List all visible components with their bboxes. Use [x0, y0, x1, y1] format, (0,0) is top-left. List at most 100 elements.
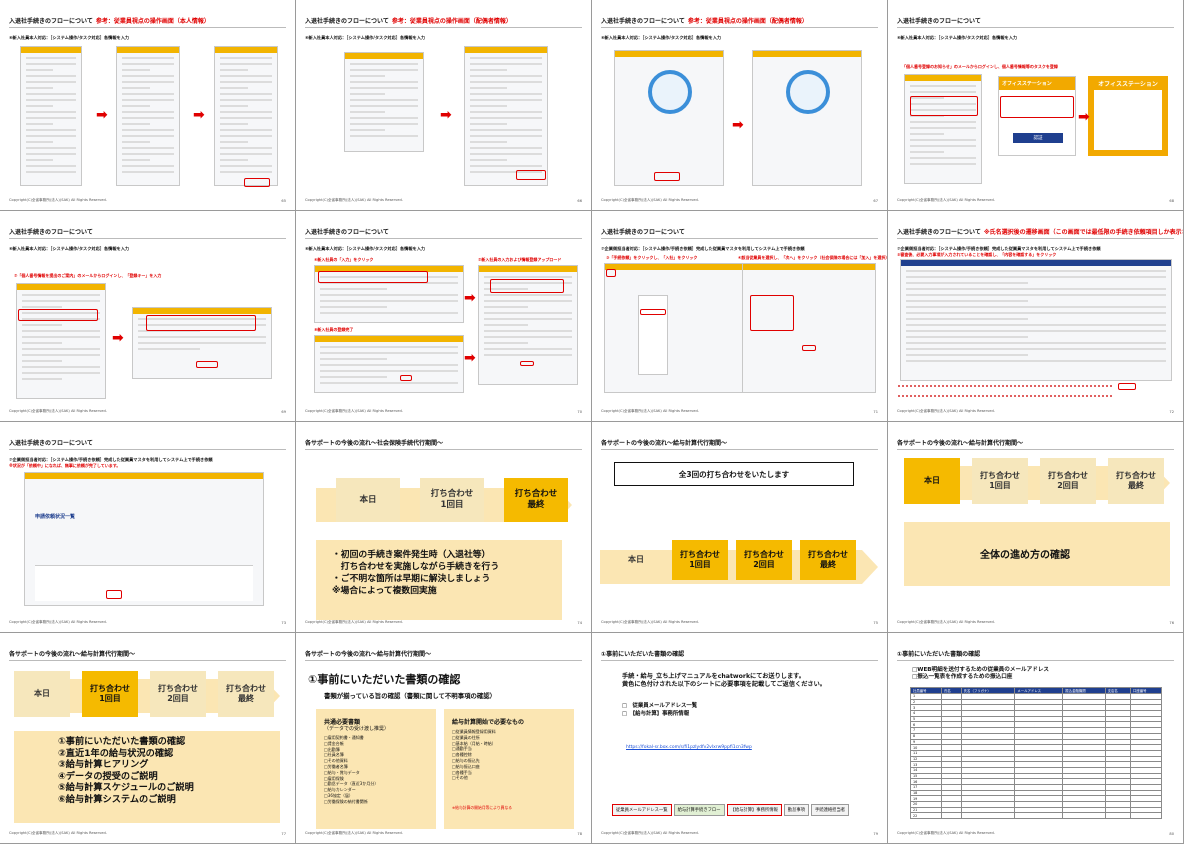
sheet-tab[interactable]: 手続連絡担当者 — [810, 804, 850, 816]
shared-folder-link[interactable]: https://fokal-sr.box.com/s/fi1pzlydfv2vl… — [626, 745, 752, 750]
email-screenshot-line — [910, 139, 976, 141]
slide-79[interactable]: ①事前にいただいた書類の確認 Copyright(C)全省事務所(法人)(SAK)… — [592, 633, 888, 844]
form-screenshot-bar — [901, 260, 1171, 266]
highlight-box — [520, 361, 534, 366]
table-cell[interactable] — [1014, 812, 1064, 820]
app-screenshot-bar — [605, 264, 743, 270]
slide-title: ①事前にいただいた書類の確認 — [897, 649, 980, 658]
form-screenshot-line — [220, 81, 272, 83]
form-screenshot-line — [470, 123, 507, 125]
copyright-footer: Copyright(C)全省事務所(法人)(SAK) All Rights Re… — [897, 198, 995, 202]
slide-title-text: 各サポートの今後の流れ～社会保険手続代行期間～ — [305, 440, 444, 447]
form-screenshot-line — [906, 300, 1028, 302]
form-screenshot-line — [470, 147, 542, 149]
highlight-box — [490, 279, 564, 293]
form-screenshot-bar — [345, 53, 423, 59]
sheet-tab[interactable]: 給与計算手続きフロー — [673, 804, 725, 816]
form-screenshot-line — [350, 81, 418, 83]
app-screenshot-line — [484, 354, 572, 356]
right-arrow-icon: ➡ — [1078, 109, 1090, 125]
left-panel-items: □雇用契約書・通知書 □賃金台帳 □出勤簿 □社員名簿 □その他資料 □労働者名… — [324, 735, 379, 804]
slide-65[interactable]: 入退社手続きのフローについて 参考：従業員視点の操作画面（本人情報） ⑥新入社員本人… — [0, 0, 296, 211]
step-box: 打ち合わせ 最終 — [800, 540, 856, 580]
form-screenshot-line — [470, 165, 542, 167]
app-screenshot-bar — [133, 308, 271, 314]
form-screenshot-line — [26, 105, 53, 107]
slide-title-text: 各サポートの今後の流れ～給与計算代行期間～ — [305, 651, 432, 658]
slide-76[interactable]: 各サポートの今後の流れ～給与計算代行期間～ Copyright(C)全省事務所(法… — [888, 422, 1184, 633]
form-screenshot-line — [122, 57, 174, 59]
table-cell[interactable] — [960, 812, 1016, 820]
table-cell[interactable] — [1062, 812, 1106, 820]
slide-68[interactable]: 入退社手続きのフローについて ⑥新入社員本人対応：［システム操作/タスク対応］各情… — [888, 0, 1184, 211]
form-screenshot-line — [470, 129, 542, 131]
slide-69[interactable]: 入退社手続きのフローについて ⑥新入社員本人対応：［システム操作/タスク対応］各情… — [0, 211, 296, 422]
slide-80[interactable]: ①事前にいただいた書類の確認 Copyright(C)全省事務所(法人)(SAK)… — [888, 633, 1184, 844]
highlight-box — [606, 269, 616, 277]
table-cell[interactable] — [1104, 812, 1131, 820]
instruction-note: ⑥新入社員の「入力」をクリック — [314, 257, 374, 262]
form-screenshot-line — [122, 81, 174, 83]
right-arrow-icon: ➡ — [193, 107, 205, 123]
app-screenshot-line — [320, 346, 458, 348]
slide-title-text: 入退社手続きのフローについて — [601, 18, 685, 25]
sheet-tabs: 従業員メールアドレス一覧 給与計算手続きフロー 【給与計算】事務所情報 勤怠事項 手続連… — [612, 804, 850, 816]
sheet-tab[interactable]: 従業員メールアドレス一覧 — [612, 804, 672, 816]
highlight-box — [802, 345, 816, 351]
form-screenshot-line — [26, 87, 53, 89]
table-cell[interactable]: 22 — [910, 812, 942, 820]
form-screenshot-line — [26, 123, 53, 125]
slide-71[interactable]: 入退社手続きのフローについて ⑦企業側担当者対応：［システム操作/手続き依頼］完成… — [592, 211, 888, 422]
highlight-box — [1000, 96, 1074, 118]
slide-74[interactable]: 各サポートの今後の流れ～社会保険手続代行期間～ Copyright(C)全省事務所… — [296, 422, 592, 633]
form-screenshot-line — [906, 276, 1166, 278]
form-screenshot — [900, 259, 1172, 381]
form-screenshot-line — [220, 165, 272, 167]
form-screenshot-line — [220, 87, 248, 89]
form-screenshot — [116, 46, 180, 186]
email-screenshot-line — [910, 145, 976, 147]
right-arrow-icon: ➡ — [732, 117, 744, 133]
app-screenshot-line — [320, 376, 387, 378]
brand-header: オフィスステーション — [1098, 81, 1158, 88]
slide-77[interactable]: 各サポートの今後の流れ～給与計算代行期間～ Copyright(C)全省事務所(法… — [0, 633, 296, 844]
slide-title-text: 入退社手続きのフローについて — [9, 229, 93, 236]
right-arrow-icon: ➡ — [112, 330, 124, 346]
login-button[interactable]: 認証 — [1013, 133, 1063, 143]
slide-75[interactable]: 各サポートの今後の流れ～給与計算代行期間～ Copyright(C)全省事務所(法… — [592, 422, 888, 633]
right-arrow-icon: ➡ — [464, 290, 476, 306]
table-cell[interactable] — [1129, 812, 1163, 820]
form-screenshot-line — [122, 75, 174, 77]
highlight-box — [640, 309, 666, 315]
app-screenshot — [314, 335, 464, 393]
slide-70[interactable]: 入退社手続きのフローについて ⑥新入社員本人対応：［システム操作/タスク対応］各情… — [296, 211, 592, 422]
form-screenshot-line — [26, 159, 53, 161]
slide-title: 各サポートの今後の流れ～社会保険手続代行期間～ — [305, 438, 443, 447]
form-screenshot-line — [470, 87, 507, 89]
table-cell[interactable] — [941, 812, 962, 820]
form-screenshot-line — [220, 159, 248, 161]
slide-66[interactable]: 入退社手続きのフローについて 参考：従業員視点の操作画面（配偶者情報） ⑥新入社員本… — [296, 0, 592, 211]
slide-subtitle: ⑥新入社員本人対応：［システム操作/タスク対応］各情報を入力 — [897, 35, 1018, 40]
form-screenshot-line — [220, 105, 248, 107]
sheet-tab[interactable]: 勤怠事項 — [783, 804, 809, 816]
form-screenshot-line — [220, 171, 272, 173]
instruction-note: ⑤審査後、必要入力事項が入力されていることを確認し、「内容を確認する」をクリック — [897, 252, 1057, 257]
highlight-box — [1118, 383, 1136, 390]
slide-73[interactable]: 入退社手続きのフローについて ⑦企業側担当者対応：［システム操作/手続き依頼］完成… — [0, 422, 296, 633]
step-box: 本日 — [14, 671, 70, 717]
form-screenshot-line — [470, 141, 507, 143]
menu-panel — [638, 295, 668, 375]
form-screenshot-line — [26, 93, 76, 95]
highlight-box — [244, 178, 270, 187]
slide-72[interactable]: 入退社手続きのフローについて ※氏名選択後の遷移画面（この画面では最低限の手続き依… — [888, 211, 1184, 422]
form-screenshot-line — [220, 99, 272, 101]
slide-title-text: 各サポートの今後の流れ～給与計算代行期間～ — [601, 440, 728, 447]
slide-67[interactable]: 入退社手続きのフローについて 参考：従業員視点の操作画面（配偶者情報） ⑥新入社員本… — [592, 0, 888, 211]
sheet-tab[interactable]: 【給与計算】事務所情報 — [726, 804, 782, 816]
copyright-footer: Copyright(C)全省事務所(法人)(SAK) All Rights Re… — [601, 198, 699, 202]
app-screenshot-line — [320, 300, 458, 302]
slide-78[interactable]: 各サポートの今後の流れ～給与計算代行期間～ Copyright(C)全省事務所(法… — [296, 633, 592, 844]
form-screenshot-line — [350, 87, 418, 89]
slide-title: ①事前にいただいた書類の確認 — [601, 649, 684, 658]
